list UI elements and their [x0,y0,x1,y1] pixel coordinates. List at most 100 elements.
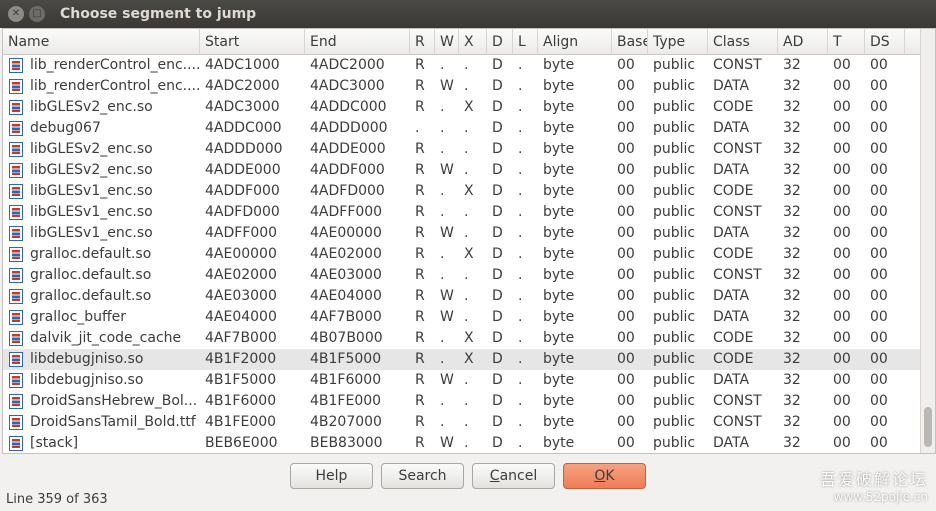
close-icon[interactable]: ✕ [8,6,24,22]
search-button[interactable]: Search [381,463,464,489]
cell-t: 00 [833,309,851,325]
cell-base: 00 [617,78,635,94]
column-header-end[interactable]: End [305,29,410,55]
table-row[interactable]: libGLESv2_enc.so 4ADC3000 4ADDC000 R. X D. byt… [3,97,921,118]
table-row[interactable]: gralloc.default.so 4AE02000 4AE03000 R.. D. b… [3,265,921,286]
scrollbar-thumb[interactable] [924,407,932,447]
cell-start: 4B1F5000 [205,372,277,388]
column-header-name[interactable]: Name [3,29,200,55]
table-row[interactable]: libGLESv1_enc.so 4ADFF000 4AE00000 R W. D. byt… [3,223,921,244]
cell-align: byte [543,330,575,346]
cell-w: . [440,120,445,136]
column-header-t[interactable]: T [828,29,865,55]
cell-ad: 32 [783,78,801,94]
cell-start: 4B1F2000 [205,351,277,367]
watermark: 吾爱破解论坛 www.52pojie.cn [820,466,928,504]
column-header-class[interactable]: Class [708,29,778,55]
table-row[interactable]: libdebugjniso.so 4B1F5000 4B1F6000 R W. D. byt… [3,370,921,391]
cell-r: R [415,393,425,409]
cell-l: . [518,351,523,367]
cell-start: BEB6E000 [205,435,278,451]
cell-class: CODE [713,183,754,199]
table-row[interactable]: gralloc.default.so 4AE00000 4AE02000 R. X D. b… [3,244,921,265]
cancel-button[interactable]: Cancel [472,463,555,489]
cell-w: . [440,351,445,367]
cell-l: . [518,309,523,325]
cell-l: . [518,120,523,136]
cell-type: public [653,204,696,220]
help-button[interactable]: Help [290,463,373,489]
table-row[interactable]: libGLESv1_enc.so 4ADFD000 4ADFF000 R.. D. byt… [3,202,921,223]
cell-name: libdebugjniso.so [30,372,144,388]
segment-icon [9,58,23,73]
title-bar: ✕ □ Choose segment to jump [0,0,936,28]
cell-r: R [415,309,425,325]
cell-w: . [440,204,445,220]
table-row[interactable]: gralloc_buffer 4AE04000 4AF7B000 R W. D. byte 0… [3,307,921,328]
table-row[interactable]: DroidSansHebrew_Bol... 4B1F6000 4B1FE000 R.… [3,391,921,412]
column-header-start[interactable]: Start [200,29,305,55]
table-row[interactable]: libdebugjniso.so 4B1F2000 4B1F5000 R. X D. byt… [3,349,921,370]
cell-t: 00 [833,288,851,304]
table-row[interactable]: [stack] BEB6E000 BEB83000 R W. D. byte 00 public… [3,433,921,453]
column-header-ds[interactable]: DS [865,29,905,55]
cell-align: byte [543,57,575,73]
cell-name: DroidSansHebrew_Bol... [30,393,198,409]
segment-icon [9,205,23,220]
vertical-scrollbar[interactable] [920,29,935,453]
table-row[interactable]: gralloc.default.so 4AE03000 4AE04000 R W. D. b… [3,286,921,307]
table-row[interactable]: libGLESv1_enc.so 4ADDF000 4ADFD000 R. X D. byt… [3,181,921,202]
cell-l: . [518,78,523,94]
cell-name: debug067 [30,120,101,136]
cell-ds: 00 [870,204,888,220]
cell-name: libGLESv1_enc.so [30,183,153,199]
cell-type: public [653,435,696,451]
cell-type: public [653,57,696,73]
column-header-align[interactable]: Align [538,29,612,55]
cell-name: gralloc_buffer [30,309,127,325]
table-row[interactable]: debug067 4ADDC000 4ADDD000... D. byte 00 publi… [3,118,921,139]
column-header-d[interactable]: D [487,29,513,55]
cell-class: DATA [713,435,750,451]
cell-r: R [415,141,425,157]
cell-align: byte [543,99,575,115]
column-header-base[interactable]: Base [612,29,648,55]
cell-align: byte [543,246,575,262]
cell-end: 4AE04000 [310,288,382,304]
cell-ad: 32 [783,414,801,430]
cell-ds: 00 [870,183,888,199]
column-header-type[interactable]: Type [648,29,708,55]
cell-end: 4ADDC000 [310,99,387,115]
cell-d: D [492,351,503,367]
table-row[interactable]: libGLESv2_enc.so 4ADDD000 4ADDE000 R.. D. byt… [3,139,921,160]
cell-t: 00 [833,99,851,115]
column-header-r[interactable]: R [410,29,435,55]
table-row[interactable]: lib_renderControl_enc.... 4ADC1000 4ADC200… [3,55,921,76]
segment-table[interactable]: Name Start End R W X D L Align Base Type Class AD T DS… [2,28,936,454]
table-row[interactable]: lib_renderControl_enc.... 4ADC2000 4ADC300… [3,76,921,97]
cell-x: . [464,414,469,430]
cell-type: public [653,141,696,157]
column-header-l[interactable]: L [513,29,538,55]
table-row[interactable]: dalvik_jit_code_cache 4AF7B000 4B07B000 R. X… [3,328,921,349]
status-bar: Line 359 of 363 [6,492,108,507]
cell-d: D [492,162,503,178]
column-header-x[interactable]: X [459,29,487,55]
cell-t: 00 [833,330,851,346]
cell-d: D [492,204,503,220]
window-title: Choose segment to jump [60,6,257,22]
column-header-ad[interactable]: AD [778,29,828,55]
column-header-w[interactable]: W [435,29,459,55]
ok-button[interactable]: OK [563,463,646,489]
table-row[interactable]: libGLESv2_enc.so 4ADDE000 4ADDF000 R W. D. byt… [3,160,921,181]
cell-r: R [415,99,425,115]
cell-class: DATA [713,225,750,241]
cell-w: W [440,435,454,451]
cell-class: CODE [713,351,754,367]
table-row[interactable]: DroidSansTamil_Bold.ttf 4B1FE000 4B207000 R… [3,412,921,433]
cell-class: DATA [713,372,750,388]
cell-type: public [653,78,696,94]
maximize-icon[interactable]: □ [29,6,45,22]
cell-ds: 00 [870,309,888,325]
cell-ds: 00 [870,267,888,283]
